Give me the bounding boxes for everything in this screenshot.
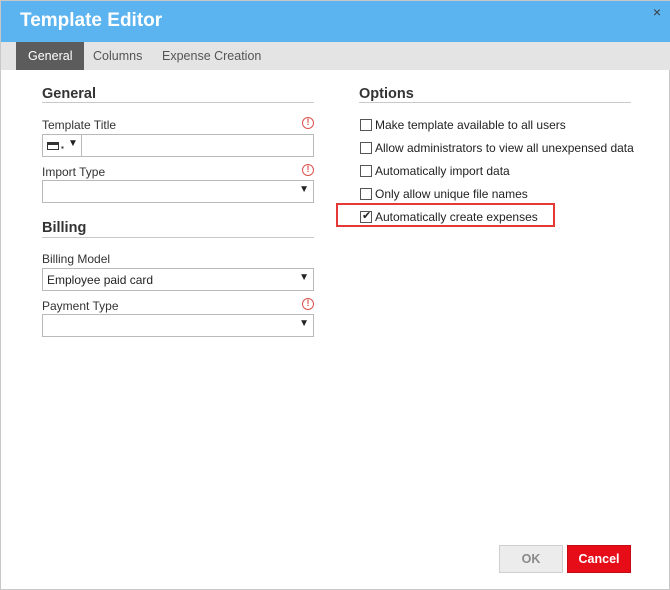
option-auto-create-expenses[interactable]: ✔ Automatically create expenses xyxy=(360,209,550,225)
payment-type-label: Payment Type xyxy=(42,299,119,313)
option-admin-view-unexpensed[interactable]: Allow administrators to view all unexpen… xyxy=(360,140,634,156)
options-divider xyxy=(359,102,631,103)
billing-model-select[interactable]: Employee paid card ▼ xyxy=(42,268,314,291)
option-label: Make template available to all users xyxy=(375,118,566,132)
chevron-down-icon: ▼ xyxy=(299,272,309,283)
tab-bar: General Columns Expense Creation xyxy=(1,42,670,70)
template-title-label: Template Title xyxy=(42,118,117,132)
locale-flag-selector[interactable]: ▪ ▼ xyxy=(43,135,82,156)
import-type-label: Import Type xyxy=(42,165,106,179)
checkbox[interactable]: ✔ xyxy=(360,210,372,223)
options-heading: Options xyxy=(359,86,414,102)
billing-model-value: Employee paid card xyxy=(47,273,154,287)
tab-expense-creation[interactable]: Expense Creation xyxy=(150,42,273,70)
chevron-down-icon: ▼ xyxy=(68,138,78,149)
exclamation-circle-icon: ! xyxy=(302,117,314,129)
exclamation-circle-icon: ! xyxy=(302,298,314,310)
checkbox[interactable] xyxy=(360,142,372,154)
option-label: Automatically create expenses xyxy=(375,210,538,224)
option-label: Automatically import data xyxy=(375,164,510,178)
template-editor-dialog: Template Editor × General Columns Expens… xyxy=(0,0,670,590)
credit-card-icon xyxy=(47,142,59,150)
option-label: Only allow unique file names xyxy=(375,187,528,201)
dot-icon: ▪ xyxy=(61,143,64,152)
checkbox[interactable] xyxy=(360,119,372,131)
ok-button[interactable]: OK xyxy=(499,545,563,573)
checkbox[interactable] xyxy=(360,165,372,177)
option-unique-file-names[interactable]: Only allow unique file names xyxy=(360,186,560,202)
option-label: Allow administrators to view all unexpen… xyxy=(375,141,634,155)
checkmark-icon: ✔ xyxy=(362,210,372,222)
billing-model-label: Billing Model xyxy=(42,252,111,266)
close-icon[interactable]: × xyxy=(653,4,661,20)
dialog-title: Template Editor xyxy=(20,10,163,31)
tab-columns[interactable]: Columns xyxy=(81,42,154,70)
chevron-down-icon: ▼ xyxy=(299,318,309,329)
exclamation-circle-icon: ! xyxy=(302,164,314,176)
tab-general[interactable]: General xyxy=(16,42,85,70)
import-type-select[interactable]: ▼ xyxy=(42,180,314,203)
checkbox[interactable] xyxy=(360,188,372,200)
payment-type-select[interactable]: ▼ xyxy=(42,314,314,337)
billing-divider xyxy=(42,237,314,238)
chevron-down-icon: ▼ xyxy=(299,184,309,195)
option-share-template[interactable]: Make template available to all users xyxy=(360,117,620,133)
template-title-field: ▪ ▼ xyxy=(42,134,314,157)
general-divider xyxy=(42,102,314,103)
option-auto-import[interactable]: Automatically import data xyxy=(360,163,560,179)
title-bar: Template Editor × xyxy=(1,1,670,42)
general-heading: General xyxy=(42,86,96,102)
cancel-button[interactable]: Cancel xyxy=(567,545,631,573)
billing-heading: Billing xyxy=(42,220,87,236)
